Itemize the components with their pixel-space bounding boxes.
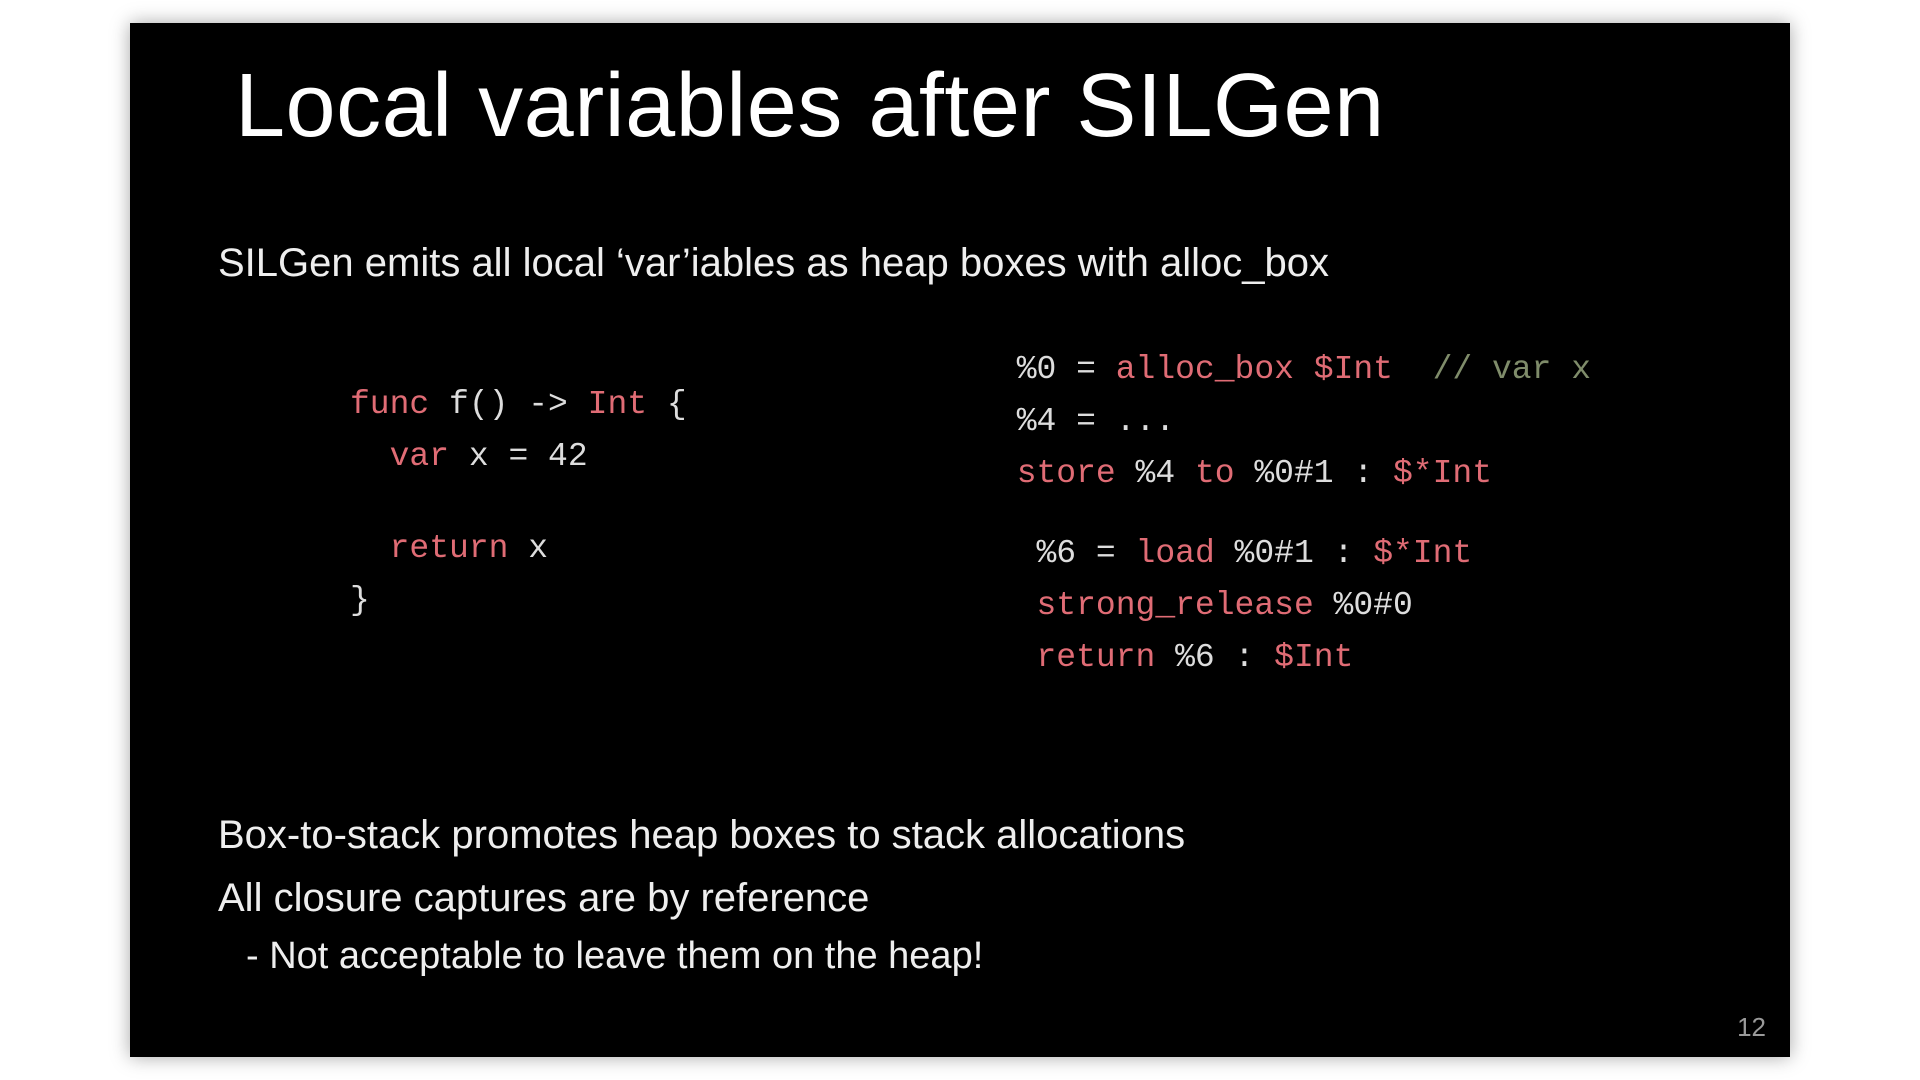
txt: %6 = bbox=[1037, 535, 1136, 572]
slide-intro: SILGen emits all local ‘var’iables as he… bbox=[218, 241, 1329, 286]
kw-alloc-box: alloc_box bbox=[1116, 351, 1294, 388]
txt: f() -> bbox=[429, 386, 587, 423]
ty-int: $Int bbox=[1314, 351, 1393, 388]
txt bbox=[1294, 351, 1314, 388]
bottom-bullet: Not acceptable to leave them on the heap… bbox=[218, 935, 1185, 978]
txt: %0#1 : bbox=[1215, 535, 1373, 572]
txt: %0#1 : bbox=[1235, 455, 1393, 492]
kw-load: load bbox=[1136, 535, 1215, 572]
txt: %6 : bbox=[1155, 639, 1274, 676]
kw-return: return bbox=[1037, 639, 1156, 676]
kw-return: return bbox=[390, 530, 509, 567]
txt: x bbox=[508, 530, 548, 567]
bottom-line-2: All closure captures are by reference bbox=[218, 876, 1185, 921]
ty-star-int: $*Int bbox=[1373, 535, 1472, 572]
slide-title: Local variables after SILGen bbox=[235, 55, 1385, 158]
ty-star-int: $*Int bbox=[1393, 455, 1492, 492]
code-columns: func f() -> Int { var x = 42 return x } … bbox=[350, 379, 1591, 684]
page-number: 12 bbox=[1737, 1012, 1766, 1043]
kw-store: store bbox=[1017, 455, 1116, 492]
comment: // var x bbox=[1433, 351, 1591, 388]
code-sil: %0 = alloc_box $Int // var x %4 = ... st… bbox=[1017, 344, 1591, 684]
slide: Local variables after SILGen SILGen emit… bbox=[130, 23, 1790, 1057]
bottom-line-1: Box-to-stack promotes heap boxes to stac… bbox=[218, 813, 1185, 858]
txt: %0#0 bbox=[1314, 587, 1413, 624]
ty-int: $Int bbox=[1274, 639, 1353, 676]
kw-strong-release: strong_release bbox=[1037, 587, 1314, 624]
txt: } bbox=[350, 582, 370, 619]
ty-int: Int bbox=[588, 386, 647, 423]
txt: %4 bbox=[1116, 455, 1195, 492]
kw-to: to bbox=[1195, 455, 1235, 492]
txt: %0 = bbox=[1017, 351, 1116, 388]
txt: { bbox=[647, 386, 687, 423]
txt: x = 42 bbox=[449, 438, 588, 475]
bottom-text: Box-to-stack promotes heap boxes to stac… bbox=[218, 813, 1185, 978]
code-swift: func f() -> Int { var x = 42 return x } bbox=[350, 379, 687, 684]
txt: %4 = ... bbox=[1017, 403, 1175, 440]
kw-var: var bbox=[390, 438, 449, 475]
txt bbox=[1393, 351, 1433, 388]
kw-func: func bbox=[350, 386, 429, 423]
